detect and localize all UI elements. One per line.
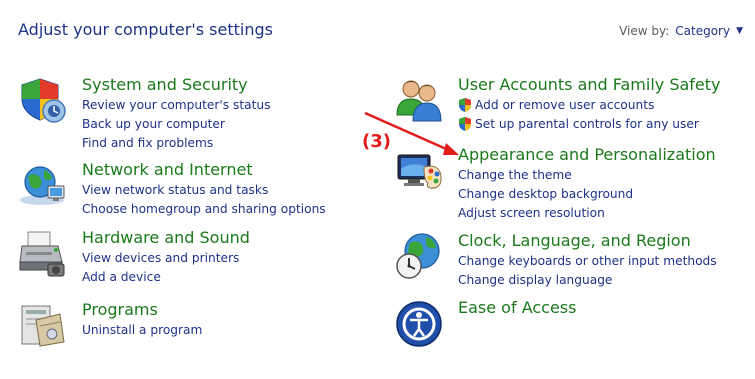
- category-title-user-accounts[interactable]: User Accounts and Family Safety: [458, 75, 721, 95]
- category-title-programs[interactable]: Programs: [82, 300, 202, 320]
- link-homegroup-sharing[interactable]: Choose homegroup and sharing options: [82, 200, 326, 219]
- category-title-ease-access[interactable]: Ease of Access: [458, 298, 576, 318]
- link-change-keyboards[interactable]: Change keyboards or other input methods: [458, 252, 717, 271]
- view-by-dropdown[interactable]: Category: [675, 24, 730, 38]
- shield-icon[interactable]: [18, 75, 68, 125]
- link-find-fix-problems[interactable]: Find and fix problems: [82, 134, 270, 153]
- printer-icon[interactable]: [18, 228, 68, 278]
- category-title-appearance[interactable]: Appearance and Personalization: [458, 145, 716, 165]
- category-system-security: System and Security Review your computer…: [18, 75, 270, 152]
- programs-box-icon[interactable]: [18, 300, 68, 350]
- category-title-network-internet[interactable]: Network and Internet: [82, 160, 326, 180]
- category-clock-language: Clock, Language, and Region Change keybo…: [394, 231, 717, 290]
- annotation-label: (3): [362, 131, 391, 152]
- view-by-control[interactable]: View by: Category ▼: [619, 24, 743, 38]
- link-parental-controls-label[interactable]: Set up parental controls for any user: [475, 115, 699, 134]
- link-change-theme[interactable]: Change the theme: [458, 166, 716, 185]
- clock-globe-icon[interactable]: [394, 231, 444, 281]
- link-review-status[interactable]: Review your computer's status: [82, 96, 270, 115]
- link-add-remove-users-label[interactable]: Add or remove user accounts: [475, 96, 654, 115]
- link-view-network-status[interactable]: View network status and tasks: [82, 181, 326, 200]
- category-title-system-security[interactable]: System and Security: [82, 75, 270, 95]
- category-title-hardware-sound[interactable]: Hardware and Sound: [82, 228, 250, 248]
- link-change-display-language[interactable]: Change display language: [458, 271, 717, 290]
- category-hardware-sound: Hardware and Sound View devices and prin…: [18, 228, 250, 287]
- category-programs: Programs Uninstall a program: [18, 300, 202, 350]
- link-add-remove-users[interactable]: Add or remove user accounts: [458, 96, 721, 115]
- network-globe-icon[interactable]: [18, 160, 68, 210]
- category-ease-access: Ease of Access: [394, 298, 576, 348]
- page-title: Adjust your computer's settings: [18, 20, 273, 39]
- link-change-background[interactable]: Change desktop background: [458, 185, 716, 204]
- category-network-internet: Network and Internet View network status…: [18, 160, 326, 219]
- link-parental-controls[interactable]: Set up parental controls for any user: [458, 115, 721, 134]
- link-back-up-computer[interactable]: Back up your computer: [82, 115, 270, 134]
- link-view-devices-printers[interactable]: View devices and printers: [82, 249, 250, 268]
- chevron-down-icon[interactable]: ▼: [736, 26, 743, 36]
- view-by-label: View by:: [619, 24, 670, 38]
- link-screen-resolution[interactable]: Adjust screen resolution: [458, 204, 716, 223]
- link-uninstall-program[interactable]: Uninstall a program: [82, 321, 202, 340]
- link-add-device[interactable]: Add a device: [82, 268, 250, 287]
- category-title-clock-language[interactable]: Clock, Language, and Region: [458, 231, 717, 251]
- ease-of-access-icon[interactable]: [394, 298, 444, 348]
